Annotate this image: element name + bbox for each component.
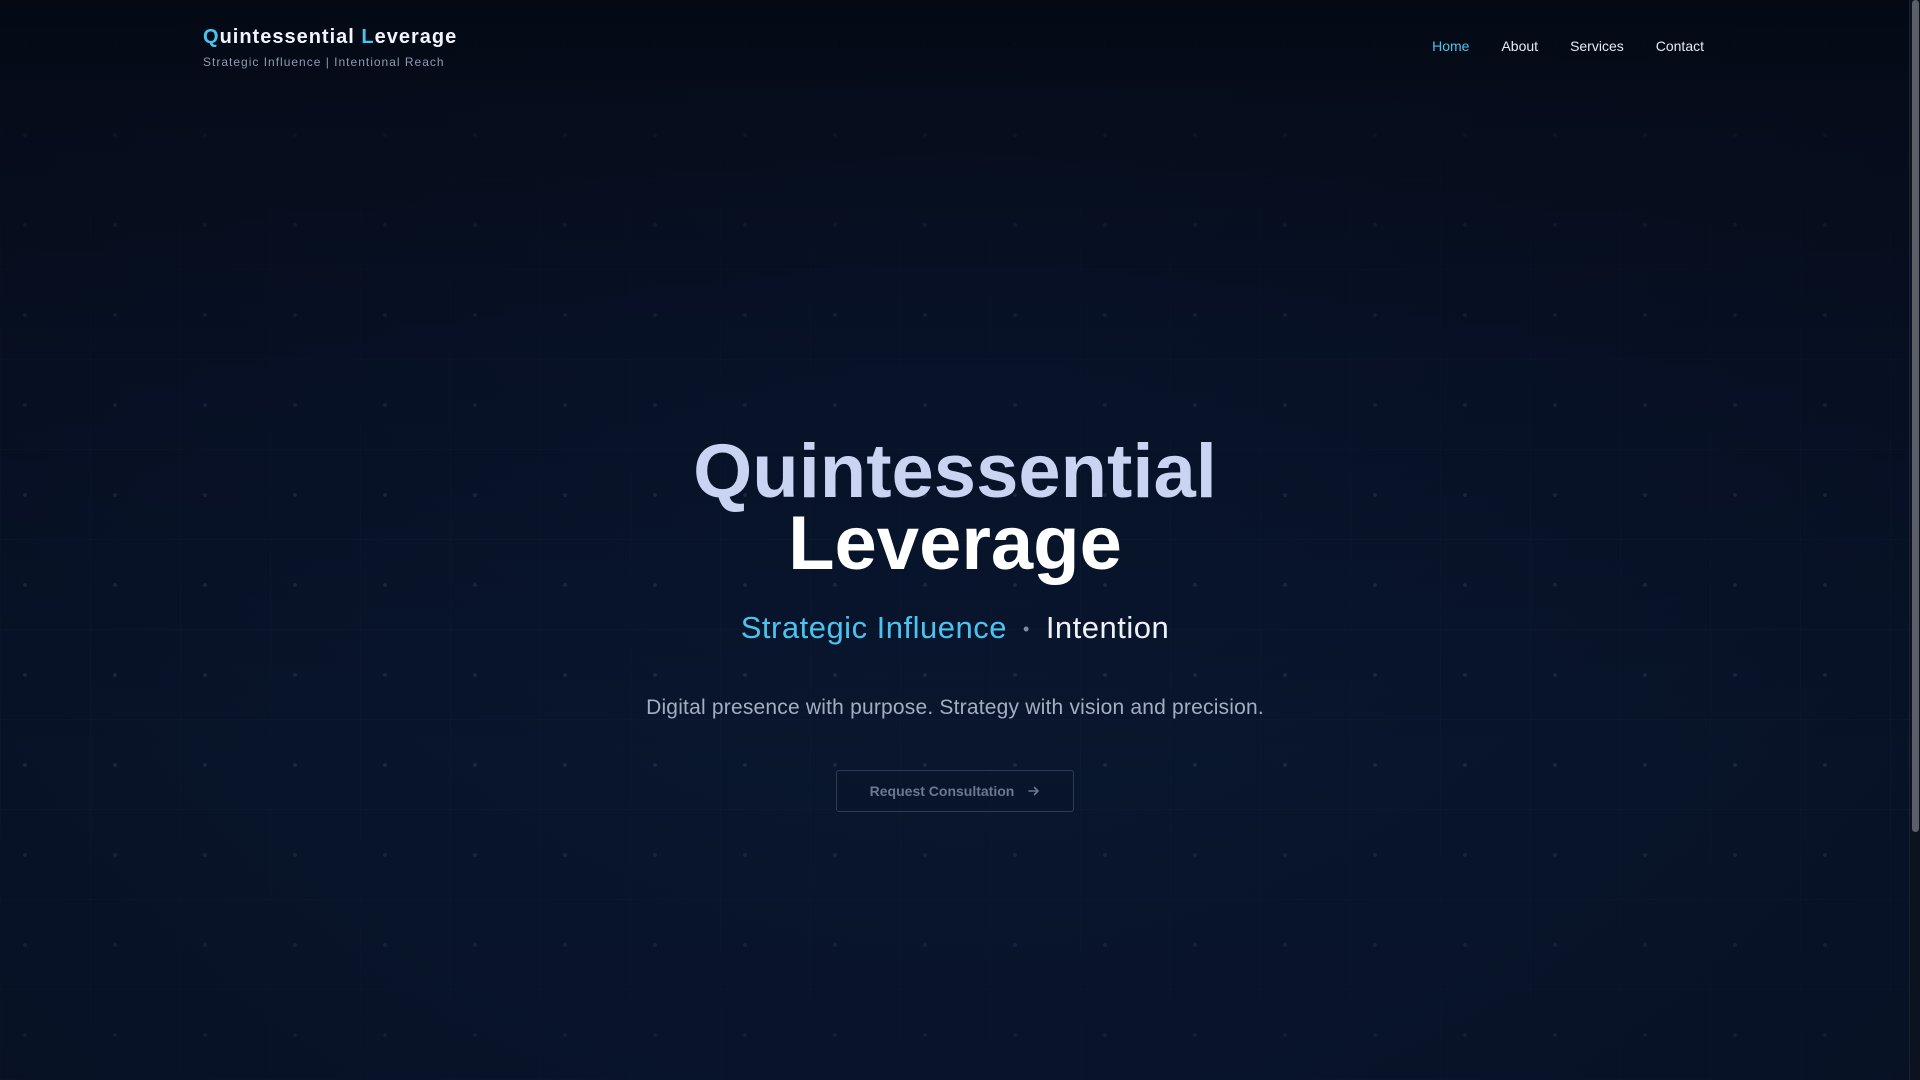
- request-consultation-button[interactable]: Request Consultation: [836, 770, 1074, 812]
- page: Quintessential Leverage Strategic Influe…: [0, 0, 1920, 1080]
- brand-tagline: Strategic Influence | Intentional Reach: [203, 55, 445, 69]
- brand-initial-l: L: [361, 26, 375, 48]
- brand-name-part-2: everage: [374, 26, 458, 48]
- brand-name: Quintessential Leverage: [203, 26, 457, 49]
- site-header: Quintessential Leverage Strategic Influe…: [0, 0, 1910, 88]
- brand-name-part-1: uintessential: [219, 26, 362, 48]
- hero-subtitle-primary: Strategic Influence: [740, 610, 1007, 645]
- hero-title-line-2: Leverage: [788, 501, 1122, 586]
- hero-section: Quintessential Leverage Strategic Influe…: [0, 429, 1910, 812]
- nav-item-contact[interactable]: Contact: [1656, 38, 1704, 54]
- hero-subtitle-secondary: Intention: [1045, 610, 1170, 645]
- nav-item-about[interactable]: About: [1501, 38, 1538, 54]
- arrow-right-icon: [1028, 785, 1040, 797]
- hero-title: Quintessential Leverage: [0, 429, 1910, 586]
- hero-title-line-1: Quintessential: [693, 429, 1217, 514]
- nav-item-services[interactable]: Services: [1570, 38, 1624, 54]
- hero-subtitle: Strategic Influence • Intention: [0, 610, 1910, 646]
- hero-description: Digital presence with purpose. Strategy …: [646, 696, 1264, 719]
- scrollbar-thumb[interactable]: [1912, 0, 1919, 832]
- cta-label: Request Consultation: [869, 783, 1015, 799]
- nav-item-home[interactable]: Home: [1432, 38, 1469, 54]
- main-nav: Home About Services Contact: [1432, 38, 1704, 54]
- page-scrollbar[interactable]: [1909, 0, 1920, 1080]
- brand[interactable]: Quintessential Leverage Strategic Influe…: [203, 26, 457, 69]
- brand-initial-q: Q: [203, 26, 220, 48]
- hero-subtitle-separator: •: [1023, 619, 1030, 640]
